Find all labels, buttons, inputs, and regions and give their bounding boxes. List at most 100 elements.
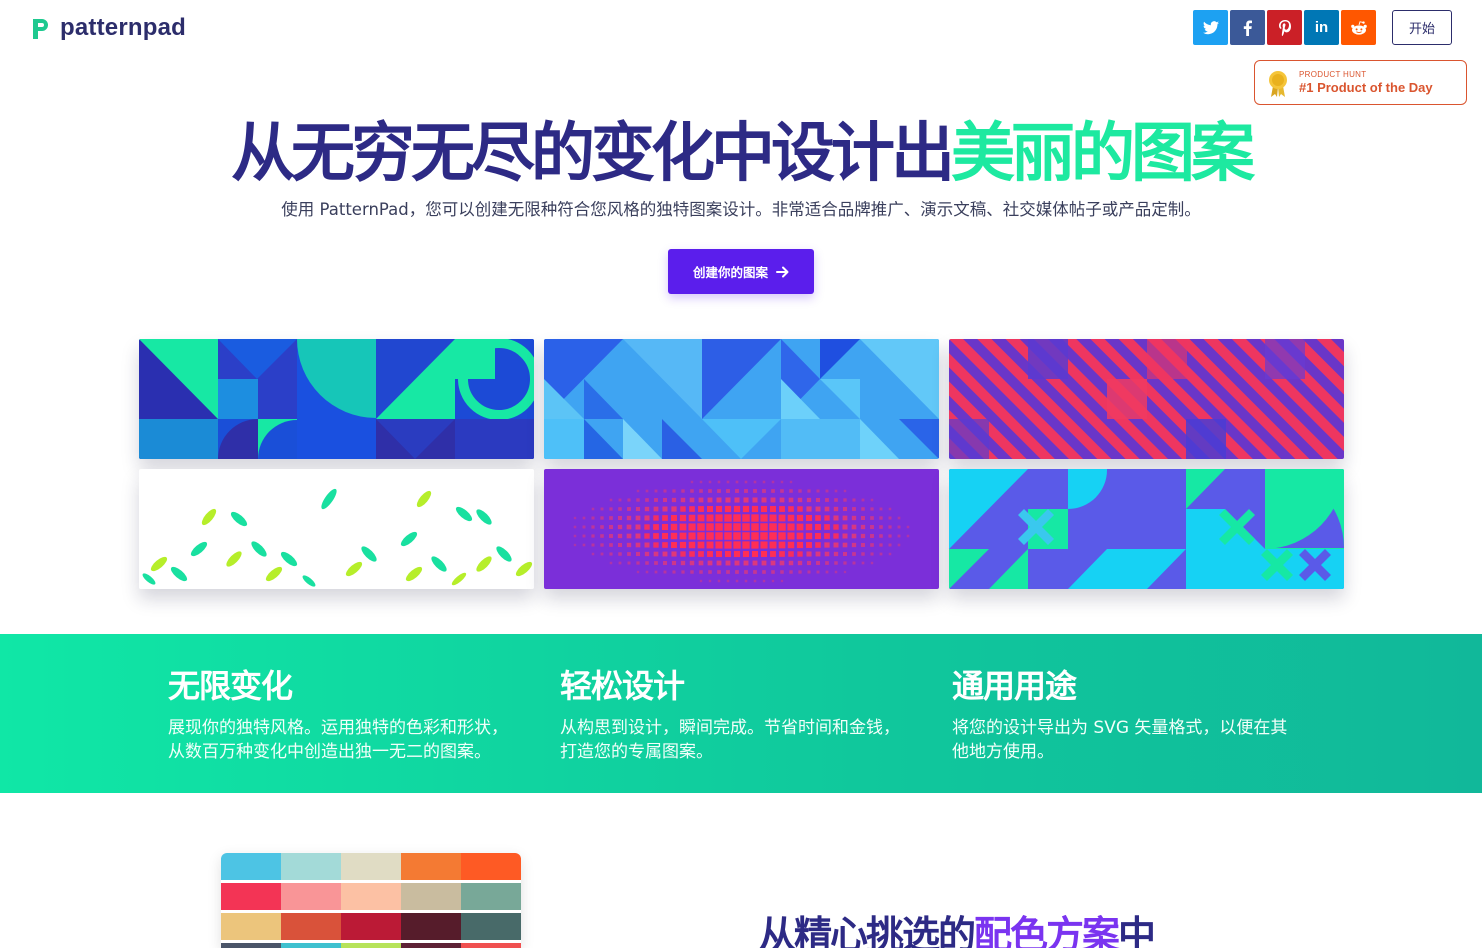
halftone-dot (870, 561, 874, 565)
facebook-share-button[interactable] (1230, 10, 1265, 45)
halftone-dot (824, 551, 830, 557)
halftone-dot (689, 551, 695, 557)
product-hunt-badge[interactable]: PRODUCT HUNT #1 Product of the Day (1254, 60, 1467, 105)
halftone-dot (688, 523, 696, 531)
halftone-dot (770, 560, 776, 566)
halftone-dot (771, 579, 775, 583)
halftone-dot (742, 532, 750, 540)
halftone-dot (906, 534, 910, 538)
halftone-dot (635, 506, 641, 512)
halftone-dot (679, 541, 687, 549)
halftone-dot (879, 534, 883, 538)
halftone-dot (609, 561, 613, 565)
social-share-bar: in (1193, 10, 1376, 45)
halftone-dot (761, 551, 767, 557)
pattern-tile-dots-purple[interactable] (544, 469, 939, 589)
halftone-dot (681, 489, 685, 493)
halftone-dot (879, 543, 883, 547)
linkedin-share-button[interactable]: in (1304, 10, 1339, 45)
halftone-dot (600, 543, 604, 547)
feature-text: 展现你的独特风格。运用独特的色彩和形状， 从数百万种变化中创造出独一无二的图案。 (168, 718, 508, 762)
feature-text: 从构思到设计，瞬间完成。节省时间和金钱， 打造您的专属图案。 (560, 718, 900, 762)
halftone-dot (815, 506, 821, 512)
halftone-dot (780, 480, 784, 484)
pattern-tile-shapes-cyan-indigo[interactable] (949, 469, 1344, 589)
halftone-dot (796, 514, 804, 522)
halftone-dot (733, 532, 741, 540)
halftone-dot (697, 523, 705, 531)
halftone-dot (770, 551, 776, 557)
halftone-dot (591, 552, 595, 556)
halftone-dot (697, 532, 705, 540)
halftone-dot (636, 570, 640, 574)
halftone-dot (769, 523, 777, 531)
halftone-dot (582, 534, 586, 538)
halftone-dot (825, 489, 829, 493)
pattern-tile-geometric-blue-mint[interactable] (139, 339, 534, 459)
halftone-dot (888, 534, 892, 538)
halftone-dot (761, 560, 767, 566)
halftone-dot (699, 579, 703, 583)
halftone-dot (852, 498, 856, 502)
pinterest-icon (1278, 19, 1291, 36)
halftone-dot (870, 507, 874, 511)
halftone-dot (653, 524, 659, 530)
halftone-dot (742, 523, 750, 531)
halftone-dot (824, 506, 830, 512)
halftone-dot (582, 525, 586, 529)
halftone-dot (688, 514, 696, 522)
halftone-dot (626, 524, 632, 530)
halftone-dot (762, 579, 766, 583)
halftone-dot (806, 551, 812, 557)
halftone-dot (778, 514, 786, 522)
brand-logo[interactable]: patternpad (30, 14, 186, 42)
halftone-dot (635, 533, 641, 539)
halftone-dot (751, 541, 759, 549)
reddit-share-button[interactable] (1341, 10, 1376, 45)
halftone-dot (717, 489, 721, 493)
feature-title: 轻松设计 (560, 667, 685, 705)
halftone-dot (627, 561, 631, 565)
halftone-dot (627, 498, 631, 502)
halftone-dot (787, 541, 795, 549)
pinterest-share-button[interactable] (1267, 10, 1302, 45)
halftone-dot (706, 532, 714, 540)
halftone-dot (618, 507, 622, 511)
palette-swatch (461, 913, 521, 940)
halftone-dot (679, 532, 687, 540)
halftone-dot (735, 570, 739, 574)
pattern-tile-leaves-white[interactable] (139, 469, 534, 589)
halftone-dot (753, 489, 757, 493)
halftone-dot (600, 516, 604, 520)
halftone-dot (851, 533, 857, 539)
halftone-dot (645, 570, 649, 574)
halftone-dot (680, 497, 686, 503)
halftone-dot (742, 550, 750, 558)
halftone-dot (814, 523, 822, 531)
halftone-dot (751, 550, 759, 558)
halftone-dot (644, 542, 650, 548)
twitter-share-button[interactable] (1193, 10, 1228, 45)
halftone-dot (690, 480, 694, 484)
halftone-dot (726, 570, 730, 574)
halftone-dot (726, 480, 730, 484)
halftone-dot (663, 561, 667, 565)
halftone-dot (697, 514, 705, 522)
halftone-dot (815, 542, 821, 548)
pattern-tile-triangles-sky-blue[interactable] (544, 339, 939, 459)
halftone-dot (644, 551, 650, 557)
start-button[interactable]: 开始 (1392, 10, 1452, 45)
halftone-dot (769, 532, 777, 540)
halftone-dot (843, 570, 847, 574)
halftone-dot (662, 542, 668, 548)
create-pattern-button[interactable]: 创建你的图案 (668, 249, 814, 294)
halftone-dot (798, 489, 802, 493)
pattern-tile-stripes-magenta[interactable] (949, 339, 1344, 459)
halftone-dot (806, 497, 812, 503)
halftone-dot (751, 505, 759, 513)
halftone-dot (753, 480, 757, 484)
halftone-dot (661, 523, 669, 531)
halftone-dot (680, 560, 686, 566)
halftone-dot (742, 505, 750, 513)
halftone-dot (816, 570, 820, 574)
